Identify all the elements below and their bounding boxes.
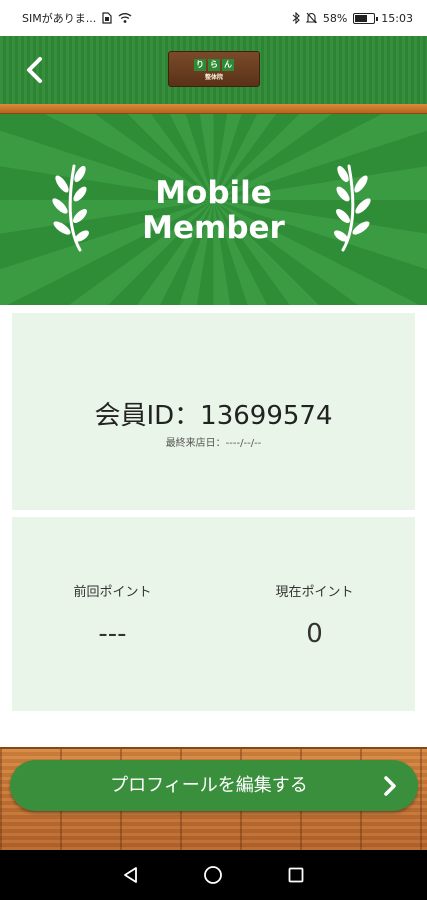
laurel-right-icon (334, 164, 371, 252)
status-left: SIMがありま... (22, 10, 132, 26)
logo-char-2: ら (208, 58, 220, 71)
current-points: 現在ポイント 0 (214, 517, 415, 711)
header-wood-strip (0, 104, 427, 114)
footer-wood: プロフィールを編集する (0, 747, 427, 850)
previous-points-value: --- (98, 619, 127, 649)
current-points-label: 現在ポイント (275, 585, 354, 600)
app-header: り ら ん 整体院 (0, 36, 427, 104)
recents-square-icon (288, 867, 304, 883)
mute-icon (305, 12, 317, 24)
member-id-card: 会員ID：13699574 最終来店日：----/--/-- (12, 313, 415, 510)
carrier-text: SIMがありま... (22, 12, 97, 25)
home-circle-icon (204, 866, 223, 884)
logo-char-3: ん (222, 58, 234, 71)
edit-profile-label: プロフィールを編集する (110, 775, 308, 796)
system-nav-bar (0, 850, 427, 900)
wifi-icon (118, 13, 132, 23)
back-button[interactable] (18, 52, 54, 88)
member-id: 会員ID：13699574 (94, 401, 333, 431)
nav-back-button[interactable] (117, 861, 145, 889)
battery-fill (355, 14, 367, 22)
status-bar: SIMがありま... 58% 15:03 (0, 0, 427, 36)
chevron-right-icon (384, 776, 396, 796)
logo-char-1: り (194, 58, 206, 71)
edit-profile-button[interactable]: プロフィールを編集する (10, 760, 418, 811)
previous-points: 前回ポイント --- (12, 517, 213, 711)
current-points-value: 0 (306, 619, 323, 649)
nav-home-button[interactable] (199, 861, 227, 889)
back-triangle-icon (124, 867, 138, 883)
brand-logo: り ら ん 整体院 (168, 51, 260, 87)
chevron-left-icon (27, 57, 42, 83)
logo-subtitle: 整体院 (204, 73, 223, 81)
points-card: 前回ポイント --- 現在ポイント 0 (12, 517, 415, 711)
battery-percent: 58% (322, 11, 348, 25)
content-area: 会員ID：13699574 最終来店日：----/--/-- 前回ポイント --… (0, 305, 427, 747)
clock: 15:03 (381, 11, 413, 25)
status-right: 58% 15:03 (292, 12, 413, 25)
last-visit-date: 最終来店日：----/--/-- (165, 438, 262, 449)
bluetooth-icon (292, 12, 300, 24)
member-banner: Mobile Member (0, 114, 427, 305)
previous-points-label: 前回ポイント (73, 585, 152, 600)
logo-main: り ら ん (194, 58, 234, 71)
battery-icon (353, 12, 379, 24)
nav-recents-button[interactable] (282, 861, 310, 889)
sim-icon (102, 12, 112, 24)
